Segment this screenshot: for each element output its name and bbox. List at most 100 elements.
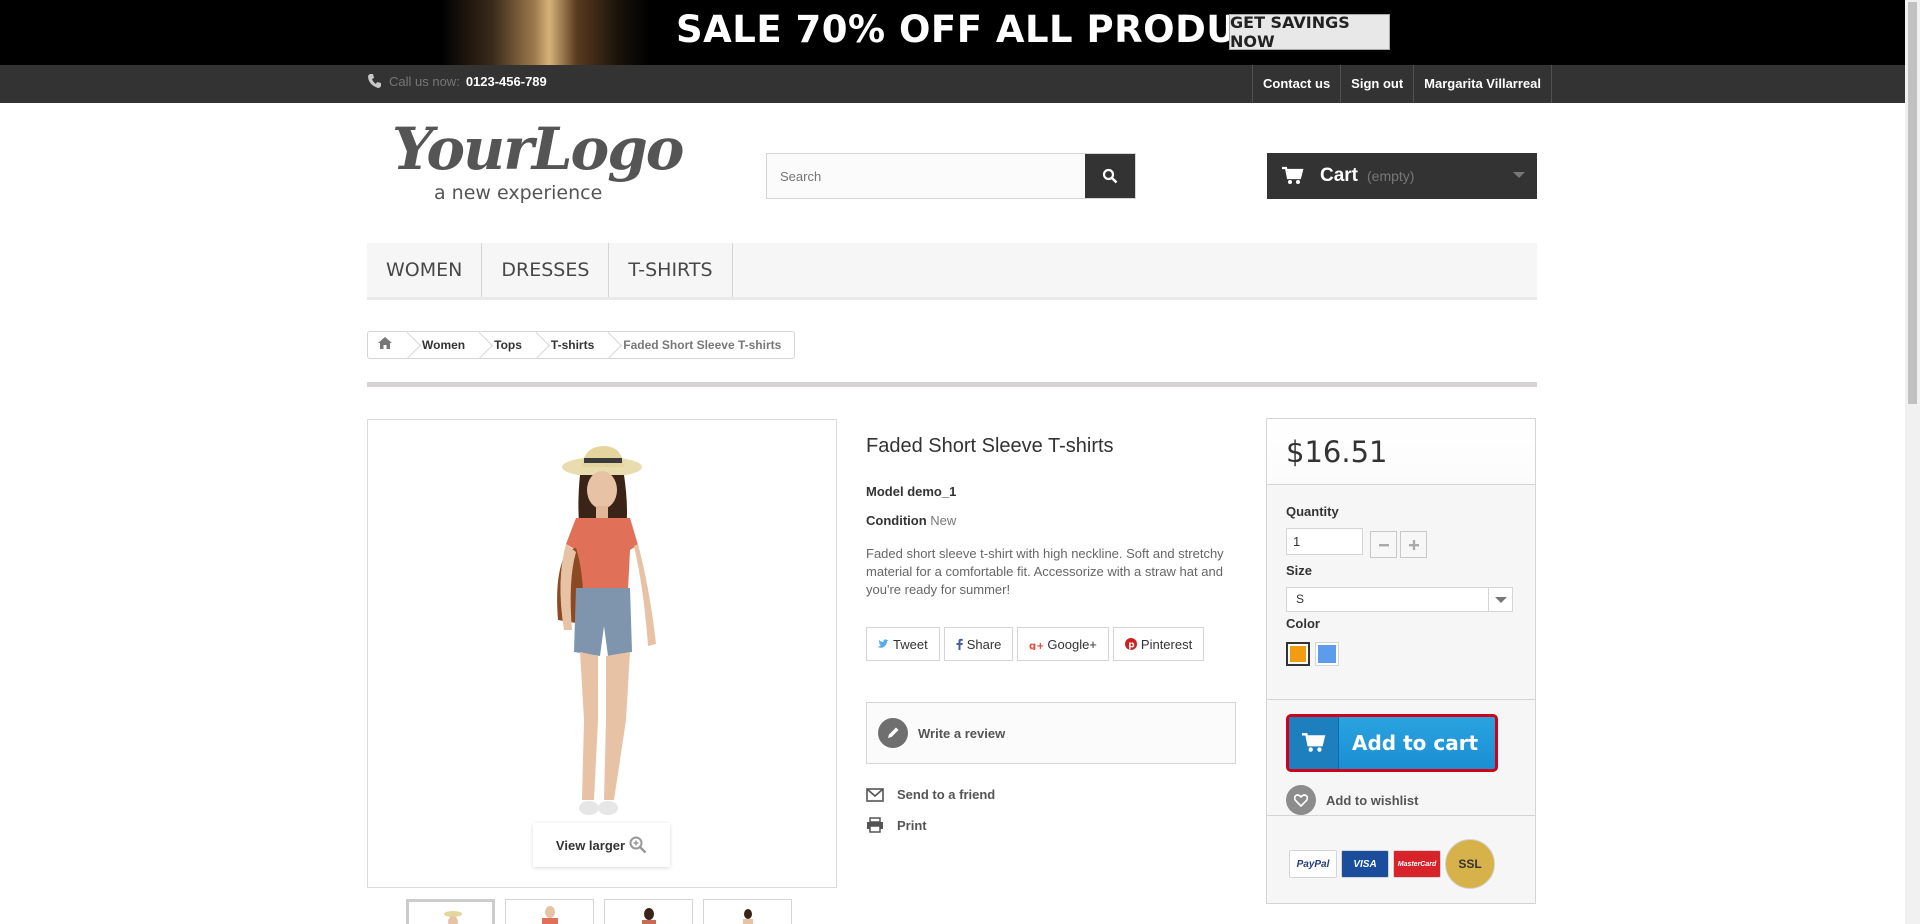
phone-number: 0123-456-789 [465, 73, 547, 89]
cart-icon [1289, 717, 1339, 769]
send-to-friend-link[interactable]: Send to a friend [866, 787, 995, 802]
search-icon [1102, 168, 1118, 184]
page-scrollbar[interactable] [1905, 0, 1920, 924]
logo-script: YourLogo [392, 115, 684, 183]
tweet-label: Tweet [893, 636, 928, 652]
banner-headline: SALE 70% OFF ALL PRODUCTS [676, 8, 1318, 51]
quantity-decrease-button[interactable] [1370, 531, 1397, 558]
buy-box: $16.51 Quantity 1 Size S Color Add to ca… [1266, 418, 1536, 904]
thumbnail[interactable] [604, 899, 693, 924]
contact-us-link[interactable]: Contact us [1252, 65, 1340, 103]
menu-item-women[interactable]: WOMEN [367, 243, 483, 297]
thumbnail[interactable] [703, 899, 792, 924]
phone-icon [368, 74, 381, 88]
quantity-input[interactable]: 1 [1286, 528, 1363, 555]
google-plus-button[interactable]: g+ Google+ [1017, 627, 1109, 661]
product-price: $16.51 [1286, 434, 1388, 469]
print-link[interactable]: Print [866, 817, 927, 833]
call-us: Call us now: 0123-456-789 [367, 73, 547, 89]
size-value: S [1296, 592, 1305, 606]
heart-icon [1286, 785, 1316, 815]
condition-label: Condition [866, 513, 927, 528]
add-to-wishlist-label: Add to wishlist [1326, 792, 1419, 808]
search-bar [766, 153, 1136, 199]
account-link[interactable]: Margarita Villarreal [1413, 65, 1552, 103]
add-to-cart-area: Add to cart Add to wishlist [1267, 699, 1535, 816]
model-value: demo_1 [907, 484, 957, 499]
google-plus-icon: g+ [1029, 641, 1043, 650]
cart-icon [1282, 166, 1304, 184]
model-label: Model [866, 484, 904, 499]
search-input[interactable] [767, 154, 1085, 198]
banner-model-image [440, 0, 650, 65]
site-logo[interactable]: YourLogo a new experience [392, 115, 684, 210]
menu-item-dresses[interactable]: DRESSES [482, 243, 610, 297]
view-larger-label: View larger [555, 837, 626, 853]
mastercard-logo: MasterCard [1393, 850, 1441, 878]
breadcrumb-current: Faded Short Sleeve T-shirts [623, 338, 782, 352]
product-title: Faded Short Sleeve T-shirts [866, 435, 1114, 457]
color-swatch-orange[interactable] [1286, 642, 1310, 666]
product-condition: Condition New [866, 513, 956, 528]
envelope-icon [866, 787, 884, 802]
product-model: Model demo_1 [866, 484, 956, 499]
send-to-friend-label: Send to a friend [897, 787, 996, 802]
write-review-box[interactable]: Write a review [866, 702, 1236, 764]
scrollbar-thumb[interactable] [1908, 2, 1917, 404]
thumbnail[interactable] [505, 899, 594, 924]
menu-item-t-shirts[interactable]: T-SHIRTS [609, 243, 733, 297]
product-image[interactable] [367, 419, 837, 888]
add-to-cart-button[interactable]: Add to cart [1286, 714, 1498, 772]
chevron-down-icon [1513, 172, 1525, 178]
quantity-increase-button[interactable] [1400, 531, 1427, 558]
facebook-icon [956, 638, 963, 650]
cart-button[interactable]: Cart (empty) [1267, 153, 1537, 199]
thumbnail-photo [542, 906, 558, 924]
thumbnail-photo [444, 911, 462, 924]
share-label: Share [966, 636, 1002, 652]
add-to-cart-label: Add to cart [1352, 731, 1479, 755]
pinterest-button[interactable]: p Pinterest [1112, 627, 1205, 661]
google-plus-label: Google+ [1047, 636, 1097, 652]
cart-state: (empty) [1367, 168, 1415, 184]
breadcrumb: Women Tops T-shirts Faded Short Sleeve T… [367, 331, 796, 359]
top-nav-bar [0, 65, 1905, 103]
chevron-down-icon [1488, 588, 1512, 611]
color-label: Color [1286, 616, 1320, 631]
condition-value: New [930, 513, 957, 528]
size-label: Size [1286, 563, 1313, 578]
thumbnail-photo [642, 908, 656, 924]
promo-banner[interactable]: SALE 70% OFF ALL PRODUCTS GET SAVINGS NO… [0, 0, 1920, 65]
pinterest-label: Pinterest [1140, 636, 1193, 652]
cart-title: Cart [1320, 165, 1359, 186]
search-button[interactable] [1085, 154, 1135, 198]
section-divider [367, 382, 1537, 387]
thumbnail[interactable] [406, 899, 495, 924]
tweet-button[interactable]: Tweet [866, 627, 940, 661]
size-select[interactable]: S [1286, 587, 1513, 612]
price-area: $16.51 [1267, 419, 1535, 485]
print-label: Print [897, 817, 927, 833]
color-swatch-blue[interactable] [1315, 642, 1339, 666]
swatch-fill [1318, 645, 1336, 663]
get-savings-button[interactable]: GET SAVINGS NOW [1229, 13, 1390, 51]
swatch-fill [1290, 646, 1306, 662]
ssl-badge: SSL [1445, 839, 1495, 889]
share-button[interactable]: Share [943, 627, 1014, 661]
call-label: Call us now: [389, 73, 460, 89]
plus-icon [1408, 539, 1419, 550]
sign-out-link[interactable]: Sign out [1340, 65, 1413, 103]
product-photo [557, 446, 656, 815]
svg-text:g+: g+ [1029, 641, 1043, 650]
zoom-icon [629, 836, 647, 854]
add-to-wishlist-link[interactable]: Add to wishlist [1286, 785, 1418, 815]
svg-text:p: p [1128, 641, 1135, 651]
printer-icon [867, 817, 883, 833]
view-larger-button[interactable]: View larger [533, 823, 670, 867]
logo-tagline: a new experience [434, 182, 603, 204]
write-review-label: Write a review [918, 725, 1006, 741]
minus-icon [1378, 543, 1389, 546]
thumbnail-strip [406, 899, 792, 924]
paypal-logo: PayPal [1289, 850, 1337, 878]
pencil-icon [878, 718, 908, 748]
